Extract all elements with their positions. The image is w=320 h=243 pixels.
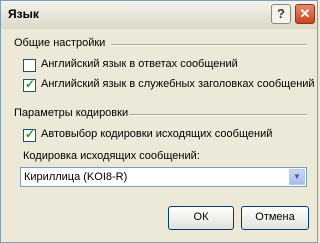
help-icon[interactable]: ? bbox=[271, 4, 291, 24]
english-in-replies-label[interactable]: Английский язык в ответах сообщений bbox=[41, 58, 238, 70]
general-group-label: Общие настройки bbox=[14, 37, 106, 49]
general-group-divider bbox=[111, 44, 307, 46]
language-dialog: Язык ? ✕ Общие настройки Английский язык… bbox=[0, 0, 318, 243]
chevron-down-icon[interactable]: ▼ bbox=[289, 169, 305, 185]
auto-encoding-checkbox[interactable] bbox=[23, 127, 36, 142]
encoding-group-label: Параметры кодировки bbox=[14, 107, 129, 119]
auto-encoding-label[interactable]: Автовыбор кодировки исходящих сообщений bbox=[41, 128, 272, 140]
english-in-replies-checkbox[interactable] bbox=[23, 59, 36, 72]
close-icon[interactable]: ✕ bbox=[295, 4, 315, 24]
outgoing-encoding-label: Кодировка исходящих сообщений: bbox=[23, 150, 200, 162]
outgoing-encoding-select[interactable]: Кириллица (KOI8-R) ▼ bbox=[20, 167, 307, 187]
encoding-group-divider bbox=[129, 114, 307, 116]
ok-button[interactable]: ОК bbox=[168, 206, 234, 230]
english-in-headers-checkbox[interactable] bbox=[23, 77, 36, 92]
outgoing-encoding-value: Кириллица (KOI8-R) bbox=[24, 171, 128, 183]
cancel-button[interactable]: Отмена bbox=[241, 206, 309, 230]
english-in-headers-label[interactable]: Английский язык в служебных заголовках с… bbox=[41, 78, 315, 90]
window-title: Язык bbox=[8, 7, 39, 21]
title-bar[interactable]: Язык ? ✕ bbox=[1, 1, 317, 29]
